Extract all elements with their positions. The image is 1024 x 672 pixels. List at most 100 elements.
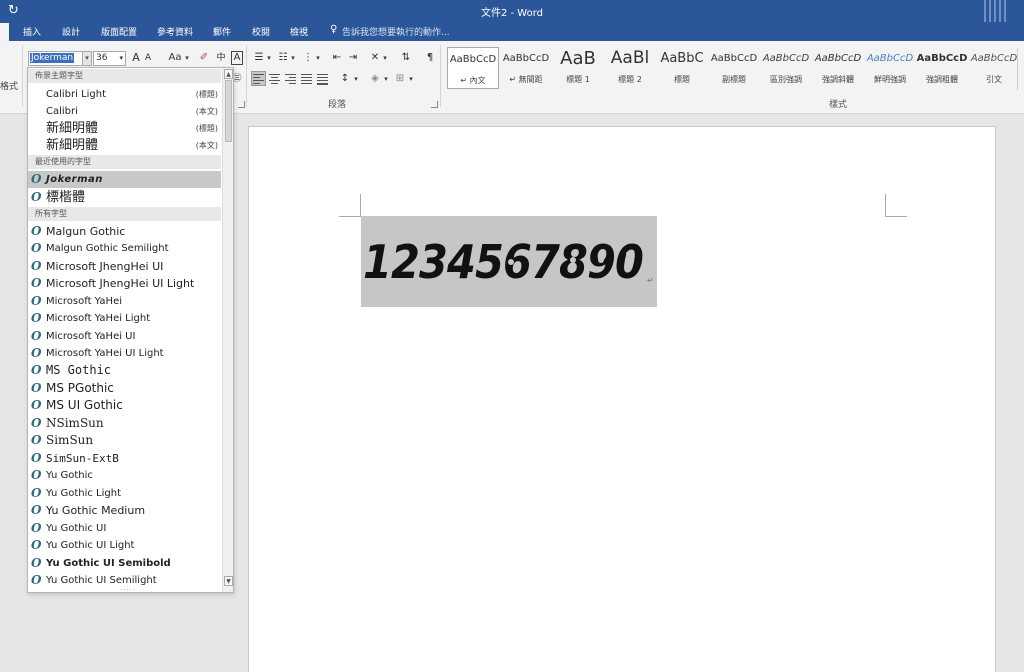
resize-grip-icon[interactable]: ·····	[120, 586, 136, 592]
font-option-name: Yu Gothic UI Semibold	[46, 558, 171, 569]
font-option[interactable]: O Malgun Gothic Semilight	[28, 240, 221, 257]
font-option[interactable]: O Microsoft YaHei	[28, 293, 221, 310]
style-intense-emphasis[interactable]: AaBbCcD 鮮明強調	[864, 47, 916, 89]
asian-layout-icon[interactable]: ✕	[368, 50, 382, 66]
borders-icon[interactable]: ⊞	[393, 71, 407, 87]
font-option[interactable]: O NSimSun	[28, 415, 221, 432]
font-option[interactable]: O Microsoft YaHei Light	[28, 310, 221, 327]
tab-insert[interactable]: 插入	[23, 25, 41, 38]
font-list-scrollbar[interactable]: ▲ ▼	[222, 68, 233, 592]
borders-arrow[interactable]: ▾	[407, 71, 415, 87]
style-title[interactable]: AaBbC 標題	[656, 47, 708, 89]
style-subtitle[interactable]: AaBbCcD 副標題	[708, 47, 760, 89]
scroll-thumb[interactable]	[225, 80, 232, 142]
style-quote[interactable]: AaBbCcD 引文	[968, 47, 1020, 89]
style-strong[interactable]: AaBbCcD 強調粗體	[916, 47, 968, 89]
asian-layout-arrow[interactable]: ▾	[381, 50, 389, 66]
character-border-button[interactable]: A	[231, 51, 243, 65]
scroll-up-arrow-icon[interactable]: ▲	[224, 69, 233, 79]
multilevel-list-arrow[interactable]: ▾	[314, 50, 322, 66]
font-size-value[interactable]: 36	[96, 53, 107, 63]
tab-view[interactable]: 檢視	[290, 25, 308, 38]
align-center-icon[interactable]	[268, 72, 281, 85]
increase-indent-icon[interactable]: ⇥	[346, 50, 360, 66]
font-option[interactable]: Calibri (本文)	[28, 103, 221, 120]
font-name-dropdown-arrow[interactable]: ▾	[82, 51, 92, 66]
scroll-down-arrow-icon[interactable]: ▼	[224, 576, 233, 586]
font-option[interactable]: O Yu Gothic UI	[28, 520, 221, 537]
font-option[interactable]: O SimSun-ExtB	[28, 450, 221, 467]
style-heading-2[interactable]: AaBl 標題 2	[604, 47, 656, 89]
decorative-digits[interactable]: 1234567890	[361, 230, 657, 290]
tab-layout[interactable]: 版面配置	[101, 25, 137, 38]
bullets-icon[interactable]: ☰	[252, 50, 266, 66]
font-option[interactable]: O 標楷體	[28, 189, 221, 206]
line-spacing-arrow[interactable]: ▾	[352, 71, 360, 87]
tab-home-active[interactable]	[0, 23, 9, 41]
style-name: 強調粗體	[926, 75, 958, 84]
phonetic-guide-icon[interactable]: 中	[213, 50, 229, 66]
style-emphasis[interactable]: AaBbCcD 強調斜體	[812, 47, 864, 89]
style-subtle-emphasis[interactable]: AaBbCcD 區別強調	[760, 47, 812, 89]
opentype-font-icon: O	[31, 294, 42, 308]
opentype-font-icon: O	[31, 381, 42, 395]
font-option[interactable]: O Yu Gothic Light	[28, 485, 221, 502]
font-option-name: Yu Gothic UI Light	[46, 540, 135, 551]
font-option[interactable]: O Malgun Gothic	[28, 223, 221, 240]
font-option[interactable]: O Yu Gothic UI Light	[28, 537, 221, 554]
font-option[interactable]: O Microsoft YaHei UI Light	[28, 345, 221, 362]
shading-icon[interactable]: ◈	[368, 71, 382, 87]
font-option[interactable]: O MS Gothic	[28, 362, 221, 379]
font-option[interactable]: O MS PGothic	[28, 380, 221, 397]
line-spacing-icon[interactable]: ↕	[338, 71, 352, 87]
justify-icon[interactable]	[300, 72, 313, 85]
font-option-name: Microsoft YaHei UI Light	[46, 348, 164, 359]
selected-text-block[interactable]: 1234567890	[361, 216, 657, 307]
align-right-icon[interactable]	[284, 72, 297, 85]
styles-gallery-scroll[interactable]	[1017, 48, 1024, 90]
grow-font-button[interactable]: A	[130, 50, 142, 66]
document-page[interactable]: 1234567890 ↵	[248, 126, 996, 672]
paragraph-dialog-launcher[interactable]	[431, 101, 438, 108]
font-option[interactable]: O Microsoft YaHei UI	[28, 328, 221, 345]
font-option[interactable]: O MS UI Gothic	[28, 397, 221, 414]
numbering-arrow[interactable]: ▾	[289, 50, 297, 66]
font-name-value[interactable]: Jokerman	[30, 53, 75, 63]
change-case-button[interactable]: Aa	[166, 50, 184, 66]
tab-references[interactable]: 參考資料	[157, 25, 193, 38]
font-option-name: Yu Gothic Medium	[46, 504, 146, 517]
multilevel-list-icon[interactable]: ⋮	[301, 50, 315, 66]
bullets-arrow[interactable]: ▾	[265, 50, 273, 66]
font-option[interactable]: O Microsoft JhengHei UI Light	[28, 275, 221, 292]
decrease-indent-icon[interactable]: ⇤	[330, 50, 344, 66]
font-option-selected[interactable]: O Jokerman	[28, 171, 221, 188]
numbering-icon[interactable]: ☷	[276, 50, 290, 66]
align-left-icon[interactable]	[251, 71, 266, 86]
font-dialog-launcher[interactable]	[238, 101, 245, 108]
opentype-font-icon: O	[31, 276, 42, 290]
sort-icon[interactable]: ⇅	[399, 50, 413, 66]
font-option[interactable]: O Yu Gothic UI Semibold	[28, 555, 221, 572]
font-option[interactable]: 新細明體 (本文)	[28, 137, 221, 154]
style-heading-1[interactable]: AaB 標題 1	[552, 47, 604, 89]
font-option[interactable]: O Yu Gothic	[28, 467, 221, 484]
shading-arrow[interactable]: ▾	[382, 71, 390, 87]
opentype-font-icon: O	[31, 503, 42, 517]
tab-mailings[interactable]: 郵件	[213, 25, 231, 38]
style-no-spacing[interactable]: AaBbCcD ↵ 無間距	[500, 47, 552, 89]
style-normal[interactable]: AaBbCcD ↵ 內文	[447, 47, 499, 89]
font-option[interactable]: O SimSun	[28, 432, 221, 449]
font-size-box[interactable]: 36 ▾	[93, 51, 126, 66]
tab-review[interactable]: 校閱	[252, 25, 270, 38]
font-option[interactable]: Calibri Light (標題)	[28, 86, 221, 103]
font-option[interactable]: O Yu Gothic Medium	[28, 502, 221, 519]
change-case-arrow[interactable]: ▾	[183, 50, 191, 66]
distributed-icon[interactable]	[316, 72, 329, 85]
show-marks-icon[interactable]: ¶	[423, 50, 437, 66]
shrink-font-button[interactable]: A	[143, 50, 153, 66]
clear-format-icon[interactable]: ✐	[197, 50, 211, 66]
font-option[interactable]: O Microsoft JhengHei UI	[28, 258, 221, 275]
tell-me-search[interactable]: 告訴我您想要執行的動作...	[342, 25, 450, 38]
font-option[interactable]: 新細明體 (標題)	[28, 120, 221, 137]
tab-design[interactable]: 設計	[62, 25, 80, 38]
